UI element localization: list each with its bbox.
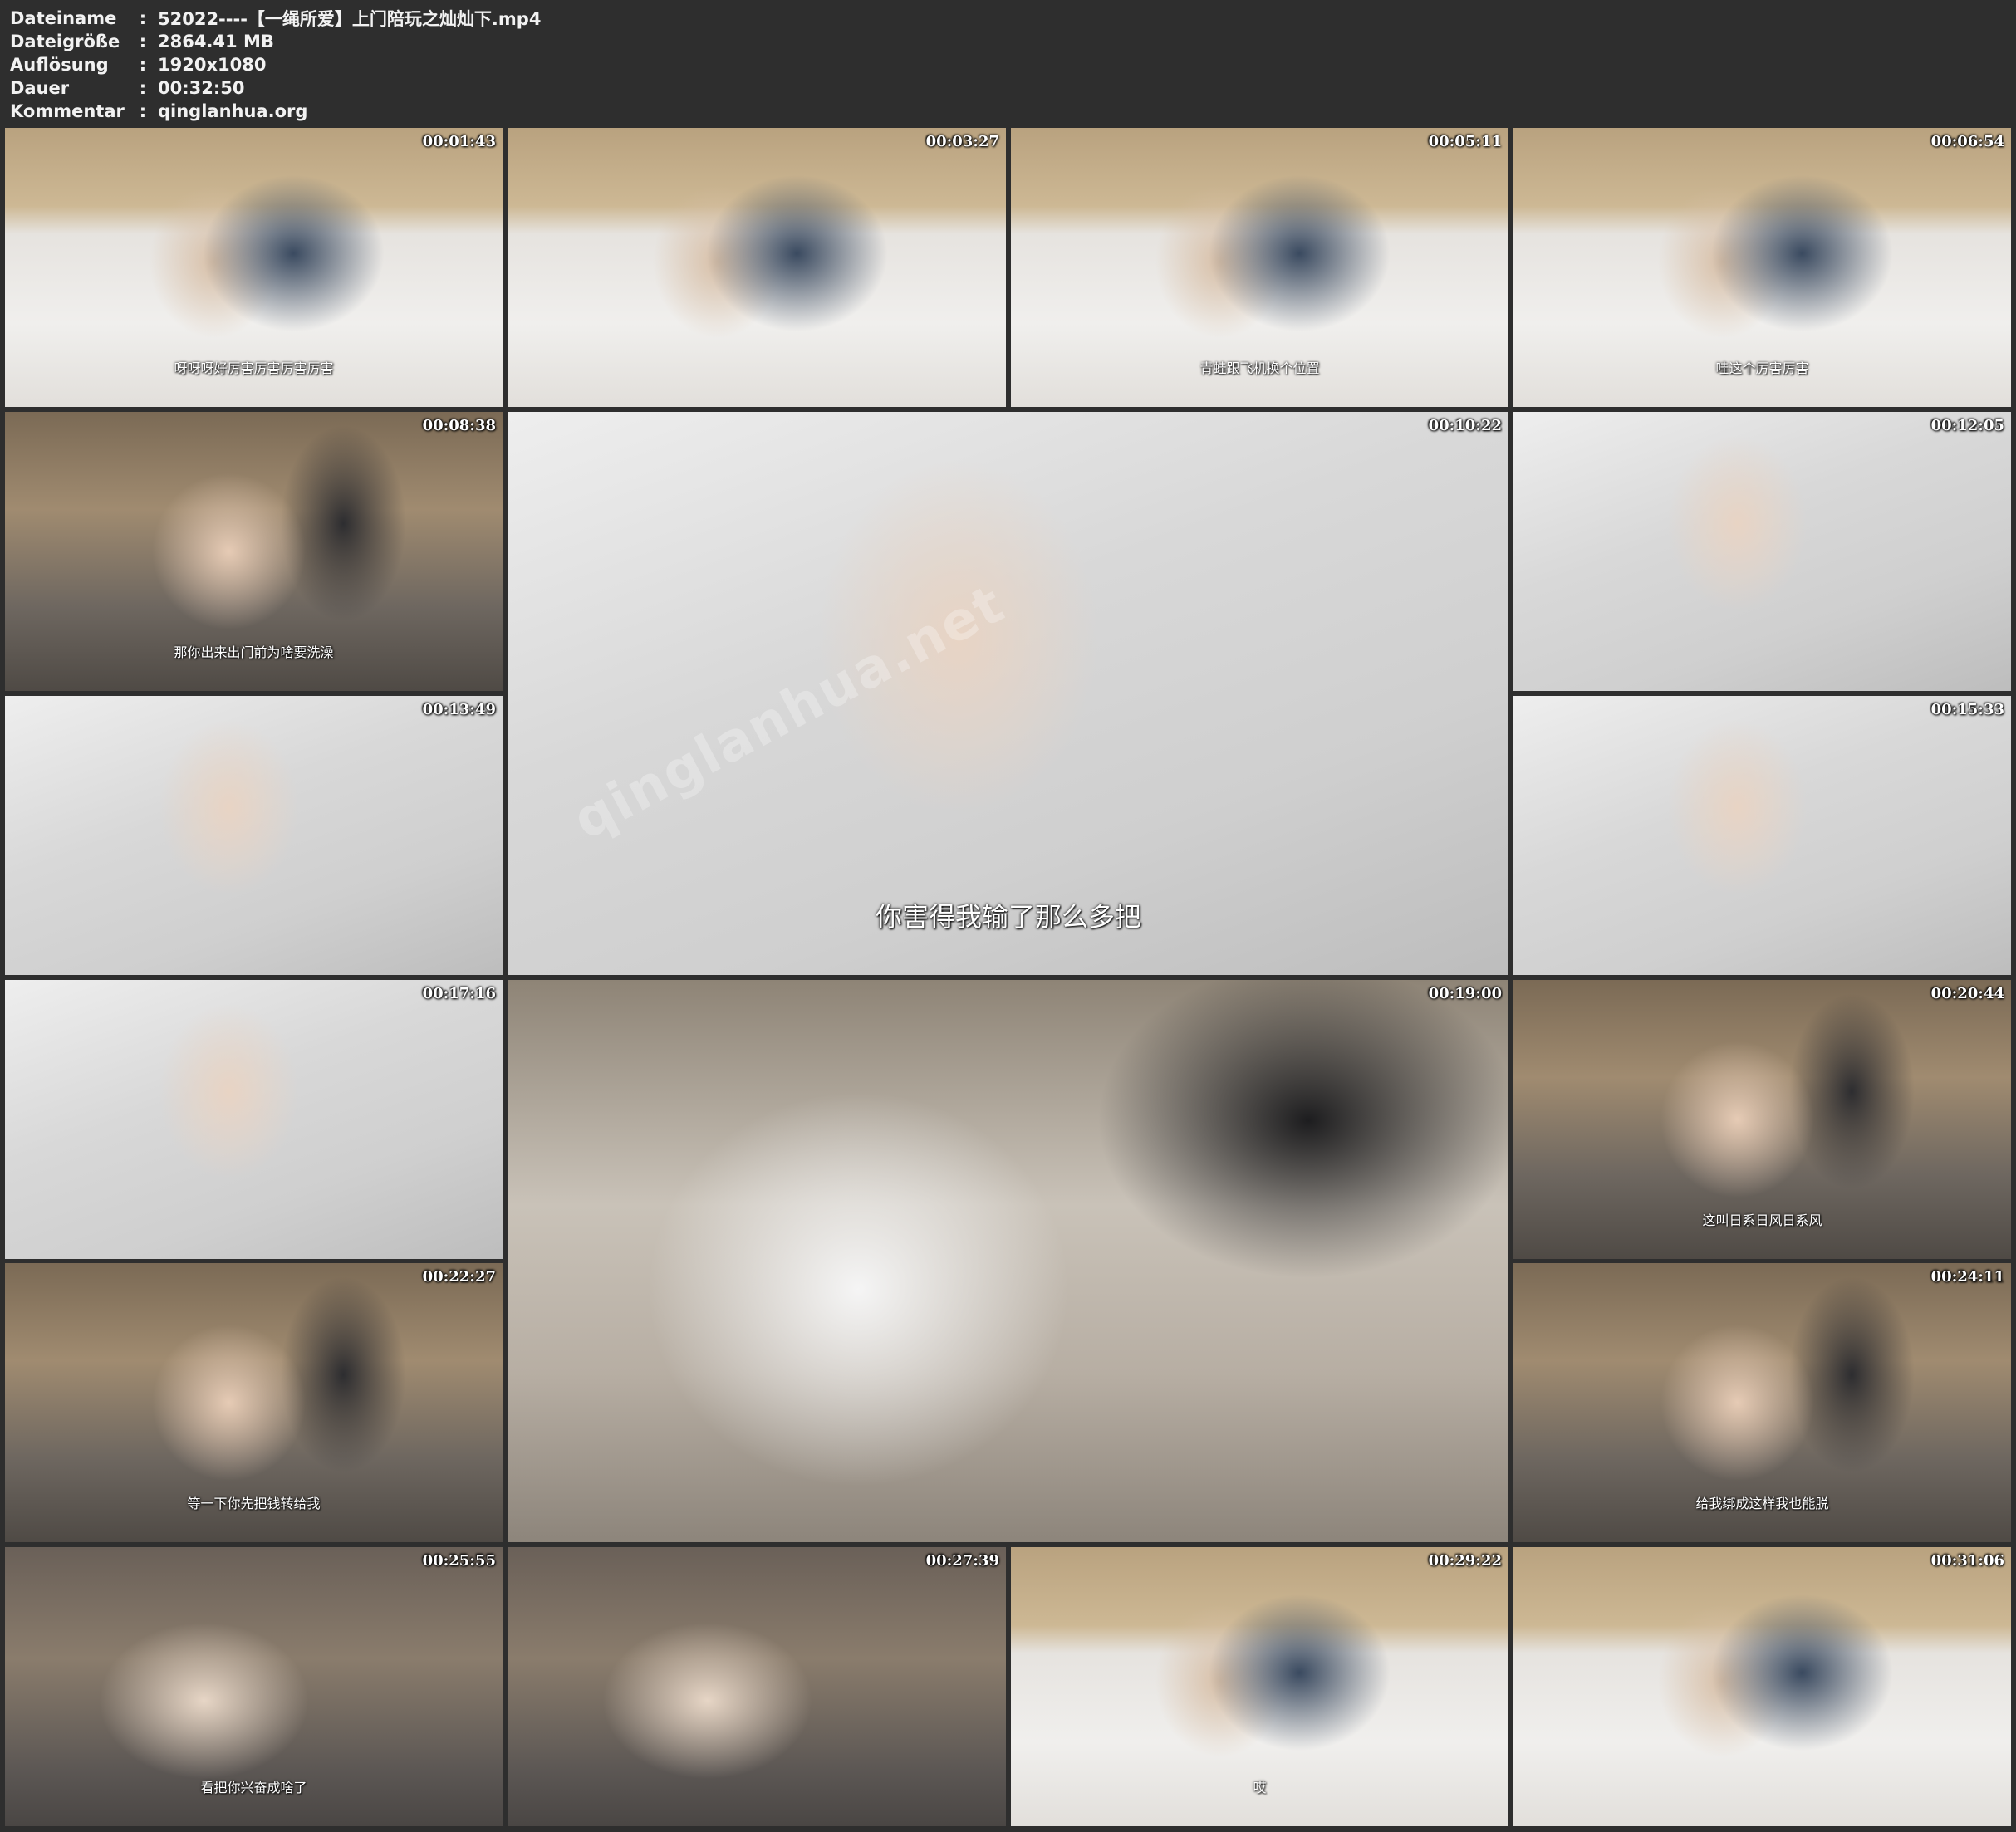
thumbnail-frame: 00:24:11 给我绑成这样我也能脱 (1513, 1263, 2011, 1542)
video-frame-image (508, 980, 1508, 1542)
timestamp: 00:05:11 (1428, 133, 1502, 150)
thumbnail-frame: 00:08:38 那你出来出门前为啥要洗澡 (5, 412, 503, 691)
thumbnail-frame: 00:01:43 呀呀呀好厉害厉害厉害厉害 (5, 128, 503, 407)
thumbnail-frame: 00:19:00 (508, 980, 1508, 1542)
thumbnail-frame: 00:25:55 看把你兴奋成啥了 (5, 1547, 503, 1826)
video-frame-image (508, 1547, 1006, 1826)
timestamp: 00:17:16 (422, 985, 496, 1002)
subtitle: 看把你兴奋成啥了 (200, 1779, 307, 1795)
subtitle: 哇这个厉害厉害 (1715, 360, 1809, 376)
timestamp: 00:06:54 (1930, 133, 2004, 150)
timestamp: 00:12:05 (1930, 417, 2004, 434)
subtitle: 这叫日系日风日系风 (1702, 1212, 1822, 1228)
video-frame-image (508, 412, 1508, 975)
thumbnail-frame: 00:13:49 (5, 696, 503, 975)
subtitle: 那你出来出门前为啥要洗澡 (174, 644, 334, 660)
thumbnail-frame: 00:03:27 (508, 128, 1006, 407)
thumbnail-frame: 00:29:22 哎 (1011, 1547, 1508, 1826)
timestamp: 00:25:55 (422, 1552, 496, 1570)
thumbnail-frame: 00:05:11 青蛙跟飞机换个位置 (1011, 128, 1508, 407)
thumbnail-grid: 00:01:43 呀呀呀好厉害厉害厉害厉害 00:03:27 00:05:11 青蛙跟飞… (0, 0, 2016, 1832)
timestamp: 00:19:00 (1428, 985, 1502, 1002)
timestamp: 00:20:44 (1930, 985, 2004, 1002)
thumbnail-frame: 00:17:16 (5, 980, 503, 1259)
timestamp: 00:22:27 (422, 1268, 496, 1286)
timestamp: 00:03:27 (925, 133, 999, 150)
video-frame-image (5, 696, 503, 975)
subtitle: 给我绑成这样我也能脱 (1695, 1495, 1829, 1511)
thumbnail-frame: 00:06:54 哇这个厉害厉害 (1513, 128, 2011, 407)
thumbnail-frame: 00:15:33 (1513, 696, 2011, 975)
timestamp: 00:10:22 (1428, 417, 1502, 434)
subtitle: 哎 (1253, 1779, 1267, 1795)
thumbnail-frame: 00:10:22 你害得我输了那么多把 qinglanhua.net (508, 412, 1508, 975)
thumbnail-frame: 00:22:27 等一下你先把钱转给我 (5, 1263, 503, 1542)
timestamp: 00:27:39 (925, 1552, 999, 1570)
thumbnail-frame: 00:12:05 (1513, 412, 2011, 691)
timestamp: 00:31:06 (1930, 1552, 2004, 1570)
thumbnail-frame: 00:20:44 这叫日系日风日系风 (1513, 980, 2011, 1259)
timestamp: 00:29:22 (1428, 1552, 1502, 1570)
timestamp: 00:13:49 (422, 701, 496, 718)
timestamp: 00:15:33 (1930, 701, 2004, 718)
video-frame-image (1513, 696, 2011, 975)
subtitle: 呀呀呀好厉害厉害厉害厉害 (174, 360, 334, 376)
video-frame-image (5, 980, 503, 1259)
video-frame-image (1513, 1547, 2011, 1826)
timestamp: 00:01:43 (422, 133, 496, 150)
timestamp: 00:08:38 (422, 417, 496, 434)
video-frame-image (1513, 412, 2011, 691)
thumbnail-frame: 00:27:39 (508, 1547, 1006, 1826)
subtitle: 等一下你先把钱转给我 (187, 1495, 321, 1511)
video-frame-image (508, 128, 1006, 407)
subtitle: 你害得我输了那么多把 (875, 901, 1141, 933)
subtitle: 青蛙跟飞机换个位置 (1199, 360, 1320, 376)
timestamp: 00:24:11 (1930, 1268, 2004, 1286)
thumbnail-frame: 00:31:06 (1513, 1547, 2011, 1826)
